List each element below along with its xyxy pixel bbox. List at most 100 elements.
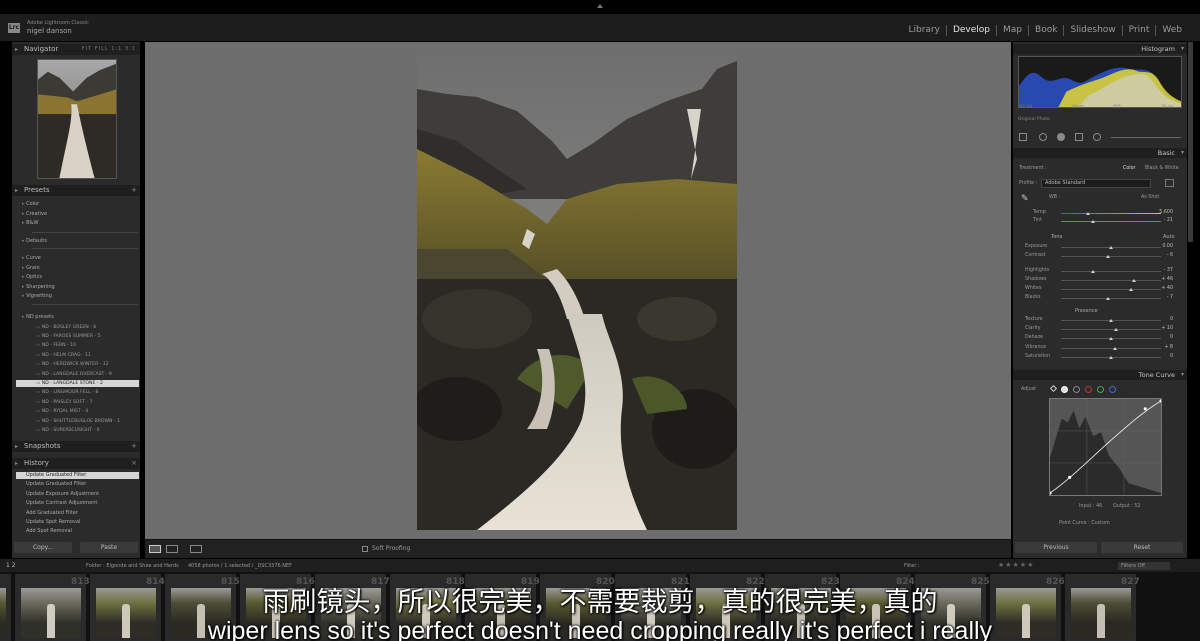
- history-header[interactable]: History ×: [12, 458, 140, 469]
- preset-item[interactable]: ND - LANGDALE STONE - 2: [16, 379, 139, 387]
- rgb-curve-icon[interactable]: [1061, 386, 1068, 393]
- slider-thumb[interactable]: [1106, 255, 1110, 258]
- navigator-header[interactable]: Navigator FIT FILL 1:1 3:1: [12, 44, 140, 55]
- histogram-header[interactable]: Histogram: [1013, 44, 1187, 54]
- slider-track[interactable]: [1061, 271, 1161, 272]
- slider-track[interactable]: [1061, 280, 1161, 281]
- wb-value[interactable]: As Shot: [1141, 195, 1159, 200]
- slider-thumb[interactable]: [1113, 346, 1117, 350]
- white-balance-eyedropper-icon[interactable]: ✎: [1021, 194, 1029, 204]
- slider-value[interactable]: 0.00: [1162, 244, 1173, 249]
- luma-curve-icon[interactable]: [1073, 386, 1080, 393]
- slider-value[interactable]: 0: [1170, 354, 1173, 359]
- histogram-chart[interactable]: [1018, 56, 1182, 108]
- preset-group-nd[interactable]: ND presets: [22, 314, 54, 321]
- filmstrip-page-buttons[interactable]: 1 2: [6, 562, 16, 569]
- slider-value[interactable]: - 37: [1164, 268, 1173, 273]
- preset-item[interactable]: ND - PAISLEY SOFT - 7: [36, 399, 93, 406]
- temp-value[interactable]: 5,600: [1159, 210, 1173, 215]
- history-step[interactable]: Add Graduated Filter: [26, 510, 78, 517]
- brush-slider[interactable]: [1111, 137, 1181, 138]
- reset-button[interactable]: Reset: [1101, 542, 1183, 553]
- slider-value[interactable]: - 6: [1167, 253, 1173, 258]
- red-eye-icon[interactable]: [1057, 133, 1065, 141]
- preset-item[interactable]: ND - FERN - 10: [36, 342, 76, 349]
- treatment-bw[interactable]: Black & White: [1145, 166, 1179, 171]
- graduated-filter-icon[interactable]: [1075, 133, 1083, 141]
- preset-item[interactable]: ND - FAROES SUMMER - 5: [36, 333, 101, 340]
- filmstrip-source[interactable]: Folder : Elgonde and Shee and Herds: [86, 563, 179, 569]
- module-web[interactable]: Web: [1156, 25, 1188, 36]
- preset-group[interactable]: Color: [22, 201, 39, 208]
- slider-value[interactable]: - 7: [1167, 295, 1173, 300]
- slider-value[interactable]: + 40: [1161, 286, 1173, 291]
- preset-item[interactable]: ND - RYDAL MIST - 4: [36, 408, 88, 415]
- history-step[interactable]: Add Spot Removal: [26, 528, 72, 535]
- original-photo-label[interactable]: Original Photo: [1018, 117, 1050, 122]
- preset-group[interactable]: Sharpening: [22, 284, 55, 291]
- module-library[interactable]: Library: [902, 25, 947, 36]
- rating-filter-stars[interactable]: ★★★★★: [998, 561, 1034, 569]
- slider-track[interactable]: [1061, 256, 1161, 257]
- previous-button[interactable]: Previous: [1015, 542, 1097, 553]
- spot-removal-icon[interactable]: [1039, 133, 1047, 141]
- module-map[interactable]: Map: [997, 25, 1030, 36]
- clear-history-icon[interactable]: ×: [131, 458, 137, 469]
- slider-thumb[interactable]: [1109, 246, 1113, 249]
- profile-dropdown[interactable]: Adobe Standard: [1041, 179, 1151, 188]
- navigator-preview[interactable]: [37, 59, 117, 179]
- slider-thumb[interactable]: [1091, 270, 1095, 273]
- preset-item[interactable]: ND - LINGMOOR FELL - 8: [36, 389, 98, 396]
- basic-header[interactable]: Basic: [1013, 148, 1187, 158]
- right-panel-scrollbar[interactable]: [1188, 42, 1193, 242]
- temp-slider[interactable]: [1061, 213, 1161, 214]
- module-book[interactable]: Book: [1029, 25, 1065, 36]
- slider-value[interactable]: + 8: [1164, 345, 1173, 350]
- temp-slider-thumb[interactable]: [1086, 212, 1090, 215]
- preset-group[interactable]: B&W: [22, 220, 38, 227]
- filter-dropdown[interactable]: Filters Off: [1118, 562, 1170, 570]
- panel-toggle-arrow-icon[interactable]: [597, 4, 603, 8]
- presets-header[interactable]: Presets +: [12, 185, 140, 196]
- slider-thumb[interactable]: [1109, 337, 1113, 341]
- preset-item[interactable]: ND - HERDWICK WINTER - 12: [36, 361, 109, 368]
- slider-track[interactable]: [1061, 347, 1161, 349]
- snapshots-header[interactable]: Snapshots +: [12, 441, 140, 452]
- preset-group[interactable]: Curve: [22, 255, 41, 262]
- green-curve-icon[interactable]: [1097, 386, 1104, 393]
- history-step[interactable]: Update Spot Removal: [26, 519, 80, 526]
- image-canvas[interactable]: [145, 42, 1011, 539]
- tone-curve-header[interactable]: Tone Curve: [1013, 370, 1187, 380]
- before-after-view-icon[interactable]: [166, 545, 178, 553]
- preset-group[interactable]: Optics: [22, 274, 42, 281]
- preset-group[interactable]: Defaults: [22, 238, 47, 245]
- slider-thumb[interactable]: [1114, 328, 1118, 332]
- preset-item[interactable]: ND - SHUTTLEBUGLOE BROWN - 1: [36, 418, 120, 425]
- preset-item[interactable]: ND - HELM CRAG - 11: [36, 352, 91, 359]
- history-step[interactable]: Update Graduated Filter: [26, 481, 86, 488]
- profile-browser-icon[interactable]: [1165, 179, 1174, 187]
- slider-thumb[interactable]: [1129, 288, 1133, 291]
- slider-track[interactable]: [1061, 329, 1161, 331]
- add-preset-icon[interactable]: +: [131, 185, 137, 196]
- treatment-color[interactable]: Color: [1123, 166, 1136, 171]
- copy-button[interactable]: Copy...: [14, 542, 72, 553]
- preset-item[interactable]: ND - BOSLEY GREEN - 6: [36, 324, 96, 331]
- parametric-curve-icon[interactable]: [1049, 384, 1058, 393]
- slider-track[interactable]: [1061, 289, 1161, 290]
- tone-curve-graph[interactable]: [1049, 398, 1162, 496]
- tint-slider[interactable]: [1061, 221, 1161, 222]
- history-step[interactable]: Update Graduated Filter: [16, 472, 139, 479]
- slider-thumb[interactable]: [1132, 279, 1136, 282]
- point-curve-dropdown[interactable]: Point Curve : Custom: [1059, 521, 1110, 526]
- crop-tool-icon[interactable]: [1019, 133, 1027, 141]
- waterfall-photo[interactable]: [417, 49, 737, 530]
- preset-group[interactable]: Grain: [22, 265, 40, 272]
- slider-thumb[interactable]: [1106, 297, 1110, 300]
- preset-group[interactable]: Vignetting: [22, 293, 52, 300]
- history-step[interactable]: Update Contrast Adjustment: [26, 500, 97, 507]
- tone-auto-button[interactable]: Auto: [1163, 234, 1175, 240]
- module-slideshow[interactable]: Slideshow: [1064, 25, 1123, 36]
- loupe-view-icon[interactable]: [149, 545, 161, 553]
- red-curve-icon[interactable]: [1085, 386, 1092, 393]
